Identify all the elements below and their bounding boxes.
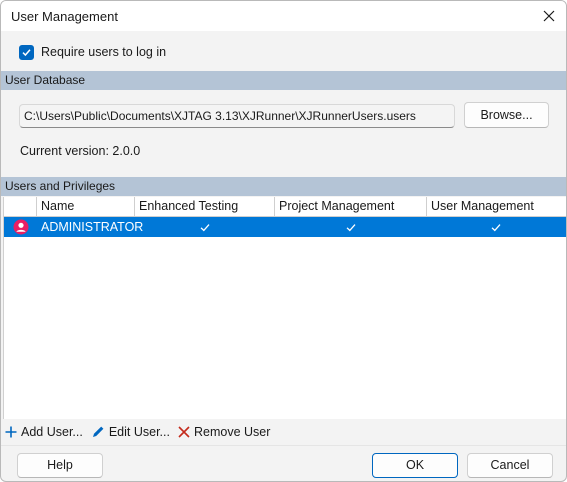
add-user-button[interactable]: Add User... <box>5 425 83 439</box>
user-database-header: User Database <box>1 71 566 90</box>
project-management-check-icon[interactable] <box>275 217 427 237</box>
edit-user-label: Edit User... <box>108 425 170 439</box>
remove-x-icon <box>178 426 190 438</box>
title-bar: User Management <box>1 1 566 31</box>
browse-button[interactable]: Browse... <box>464 102 549 128</box>
database-path-field[interactable]: C:\Users\Public\Documents\XJTAG 3.13\XJR… <box>19 104 455 128</box>
plus-icon <box>5 426 17 438</box>
user-name-cell: ADMINISTRATOR <box>41 220 144 234</box>
user-management-check-icon[interactable] <box>427 217 565 237</box>
edit-user-button[interactable]: Edit User... <box>91 425 170 439</box>
require-login-option[interactable]: Require users to log in <box>19 44 166 60</box>
ok-button[interactable]: OK <box>372 453 458 478</box>
table-row[interactable]: ADMINISTRATOR <box>4 217 566 237</box>
close-icon[interactable] <box>540 7 558 25</box>
user-management-dialog: User Management Require users to log in … <box>0 0 567 482</box>
users-grid: Name Enhanced Testing Project Management… <box>3 197 566 419</box>
help-button[interactable]: Help <box>17 453 103 478</box>
users-privileges-header: Users and Privileges <box>1 177 566 196</box>
column-header-user-management[interactable]: User Management <box>427 197 565 216</box>
require-login-label: Require users to log in <box>41 45 167 59</box>
column-header-icon[interactable] <box>4 197 37 216</box>
window-title: User Management <box>11 9 118 24</box>
column-header-name[interactable]: Name <box>37 197 135 216</box>
require-login-checkbox[interactable] <box>19 44 34 60</box>
user-toolbar: Add User... Edit User... Remove User <box>5 424 278 440</box>
remove-user-label: Remove User <box>193 425 271 439</box>
remove-user-button[interactable]: Remove User <box>178 425 270 439</box>
column-header-enhanced-testing[interactable]: Enhanced Testing <box>135 197 275 216</box>
user-icon <box>4 217 37 237</box>
cancel-button[interactable]: Cancel <box>467 453 553 478</box>
column-header-project-management[interactable]: Project Management <box>275 197 427 216</box>
add-user-label: Add User... <box>21 425 83 439</box>
pencil-icon <box>92 426 104 437</box>
enhanced-testing-check-icon[interactable] <box>135 217 275 237</box>
current-version: Current version: 2.0.0 <box>20 144 141 158</box>
footer-divider <box>1 445 566 446</box>
grid-header: Name Enhanced Testing Project Management… <box>4 197 566 217</box>
